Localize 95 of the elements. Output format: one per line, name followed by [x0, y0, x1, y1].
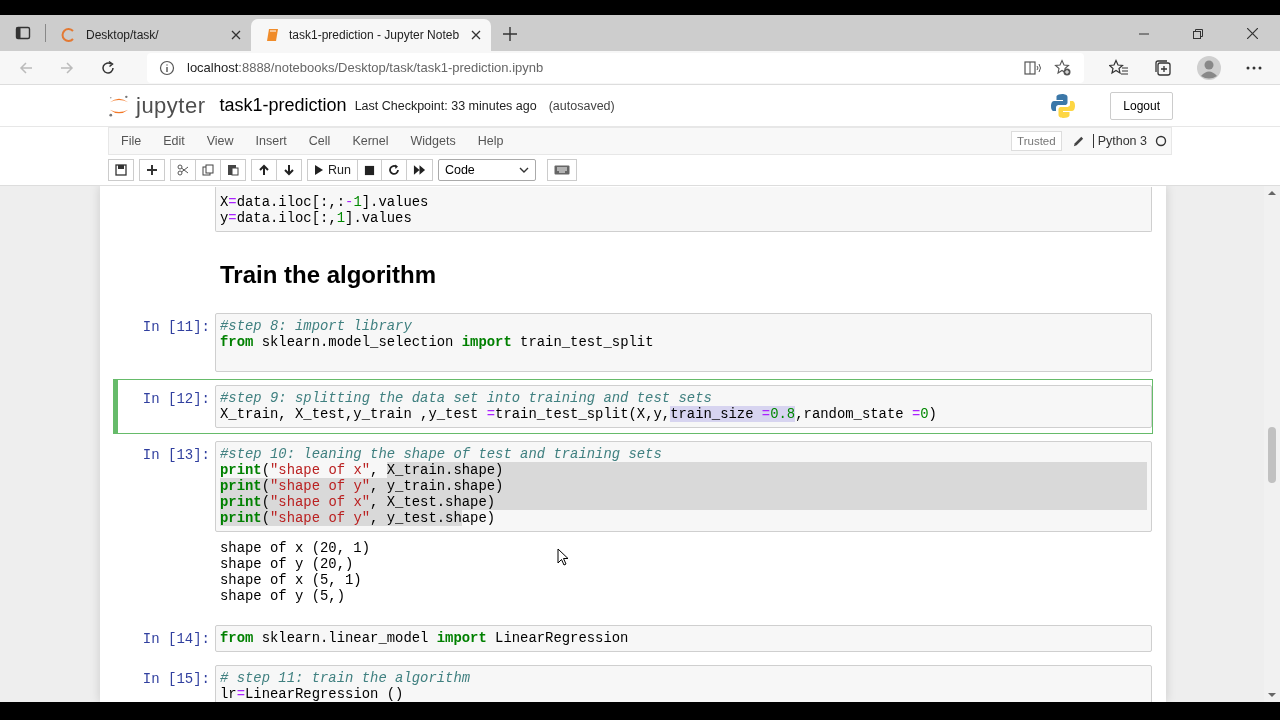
- input-prompt: In [14]:: [142, 631, 210, 647]
- chevron-down-icon: [518, 167, 529, 173]
- output-line: shape of y (5,): [220, 588, 347, 604]
- keyboard-shortcuts-button[interactable]: [546, 159, 577, 181]
- profile-avatar-icon[interactable]: [1197, 55, 1221, 80]
- move-up-button[interactable]: [251, 159, 277, 181]
- output-line: shape of x (5, 1): [220, 572, 363, 588]
- menu-item[interactable]: Kernel: [341, 134, 400, 148]
- up-arrow-icon: [258, 164, 270, 176]
- menu-item[interactable]: View: [195, 134, 245, 148]
- close-icon[interactable]: [231, 30, 241, 40]
- mouse-cursor-icon: [557, 548, 569, 566]
- kernel-name: Python 3: [1092, 134, 1147, 148]
- input-prompt: In [11]:: [142, 319, 210, 335]
- paste-button[interactable]: [221, 159, 246, 181]
- code-line: #step 9: splitting the data set into training and test sets: [220, 390, 713, 406]
- code-line: # step 11: train the algorithm: [220, 670, 472, 686]
- paste-icon: [227, 164, 239, 176]
- code-input-area[interactable]: #step 9: splitting the data set into training and test sets X_train, X_test,y_train ,y_test =train_test_split(X,y,train_size =0.8,random_state =0): [215, 385, 1152, 428]
- cell-type-dropdown[interactable]: Code: [437, 159, 536, 181]
- stop-button[interactable]: [357, 159, 382, 181]
- code-input-area[interactable]: #step 10: leaning the shape of test and training sets print("shape of x", X_train.shape) print("shape of y", y_train.shape) print("shape of x", X_test.shape) print("shape of y", y_test.shape): [215, 441, 1152, 532]
- scroll-down-icon[interactable]: [1268, 692, 1276, 698]
- down-arrow-icon: [283, 164, 295, 176]
- fast-forward-icon: [412, 164, 426, 176]
- menu-item[interactable]: Widgets: [399, 134, 467, 148]
- pencil-icon[interactable]: [1071, 134, 1085, 148]
- plus-icon: [146, 164, 158, 176]
- save-button[interactable]: [108, 159, 134, 181]
- copy-icon: [202, 164, 214, 176]
- scrollbar-thumb[interactable]: [1268, 427, 1276, 483]
- code-line: print("shape of y", y_train.shape): [220, 478, 1147, 494]
- fast-forward-button[interactable]: [406, 159, 433, 181]
- add-favorite-icon[interactable]: [1054, 58, 1072, 77]
- logout-button[interactable]: Logout: [1110, 91, 1173, 120]
- trusted-indicator[interactable]: Trusted: [1011, 131, 1062, 151]
- browser-tab[interactable]: task1-prediction - Jupyter Noteb: [251, 19, 491, 51]
- input-prompt: In [12]:: [142, 391, 210, 407]
- menu-item[interactable]: Edit: [152, 134, 196, 148]
- address-field[interactable]: localhost:8888/notebooks/Desktop/task/task1-prediction.ipynb: [147, 52, 1084, 83]
- cut-button[interactable]: [170, 159, 196, 181]
- code-line: from sklearn.linear_model import LinearRegression: [220, 630, 630, 646]
- tab-actions-icon[interactable]: [15, 25, 31, 41]
- code-line: print("shape of y", y_test.shape): [220, 510, 497, 526]
- keyboard-icon: [553, 165, 570, 175]
- code-input-area[interactable]: from sklearn.linear_model import LinearRegression: [215, 625, 1152, 652]
- code-input-area[interactable]: #step 8: import library from sklearn.model_selection import train_test_split: [215, 313, 1152, 372]
- reload-icon[interactable]: [100, 59, 116, 76]
- notebook-name[interactable]: task1-prediction: [219, 95, 347, 116]
- output-line: shape of y (20,): [220, 556, 355, 572]
- restart-button[interactable]: [381, 159, 407, 181]
- code-line: #step 10: leaning the shape of test and training sets: [220, 446, 663, 462]
- code-line: lr=LinearRegression (): [220, 686, 405, 702]
- input-prompt: In [13]:: [142, 447, 210, 463]
- notebook-icon: [265, 27, 281, 43]
- new-tab-icon[interactable]: [503, 27, 517, 41]
- stop-icon: [363, 164, 375, 176]
- menu-item[interactable]: File: [109, 134, 153, 148]
- menu-item[interactable]: Help: [466, 134, 515, 148]
- menu-item[interactable]: Insert: [244, 134, 298, 148]
- more-icon[interactable]: [1246, 65, 1262, 70]
- restore-icon[interactable]: [1193, 29, 1203, 39]
- code-line: #step 8: import library: [220, 318, 413, 334]
- python-logo-icon: [1050, 92, 1077, 119]
- info-icon: [159, 59, 175, 76]
- autosave-status: (autosaved): [548, 98, 615, 113]
- close-icon[interactable]: [471, 30, 481, 40]
- menu-item[interactable]: Cell: [297, 134, 342, 148]
- jupyter-logo-icon[interactable]: [108, 93, 130, 118]
- loading-icon: [60, 27, 76, 43]
- favorites-icon[interactable]: [1109, 58, 1129, 77]
- code-line: y=data.iloc[:,1].values: [220, 210, 413, 226]
- insert-cell-button[interactable]: [139, 159, 165, 181]
- code-line: print("shape of x", X_test.shape): [220, 494, 1147, 510]
- code-input-area[interactable]: X=data.iloc[:,:-1].values y=data.iloc[:,1].values: [215, 187, 1152, 232]
- code-line: print("shape of x", X_train.shape): [220, 462, 1147, 478]
- run-button[interactable]: Run: [307, 159, 358, 181]
- browser-tab[interactable]: Desktop/task/: [46, 19, 251, 51]
- code-line: from sklearn.model_selection import train_test_split: [220, 334, 655, 350]
- code-input-area[interactable]: # step 11: train the algorithm lr=LinearRegression (): [215, 665, 1152, 702]
- scroll-up-icon[interactable]: [1268, 190, 1276, 196]
- close-icon[interactable]: [1247, 28, 1258, 39]
- code-line: X=data.iloc[:,:-1].values: [220, 194, 430, 210]
- play-icon: [314, 164, 324, 176]
- section-heading: Train the algorithm: [220, 261, 438, 289]
- jupyter-wordmark[interactable]: jupyter: [136, 92, 206, 119]
- checkpoint-text: Last Checkpoint: 33 minutes ago: [354, 98, 537, 113]
- output-line: shape of x (20, 1): [220, 540, 371, 556]
- code-line: X_train, X_test,y_train ,y_test =train_test_split(X,y,train_size =0.8,random_state =0): [220, 406, 938, 422]
- read-aloud-icon[interactable]: [1024, 59, 1042, 76]
- scissors-icon: [177, 164, 189, 176]
- collections-icon[interactable]: [1154, 58, 1172, 77]
- move-down-button[interactable]: [277, 159, 302, 181]
- input-prompt: In [15]:: [142, 671, 210, 687]
- restart-icon: [387, 164, 400, 176]
